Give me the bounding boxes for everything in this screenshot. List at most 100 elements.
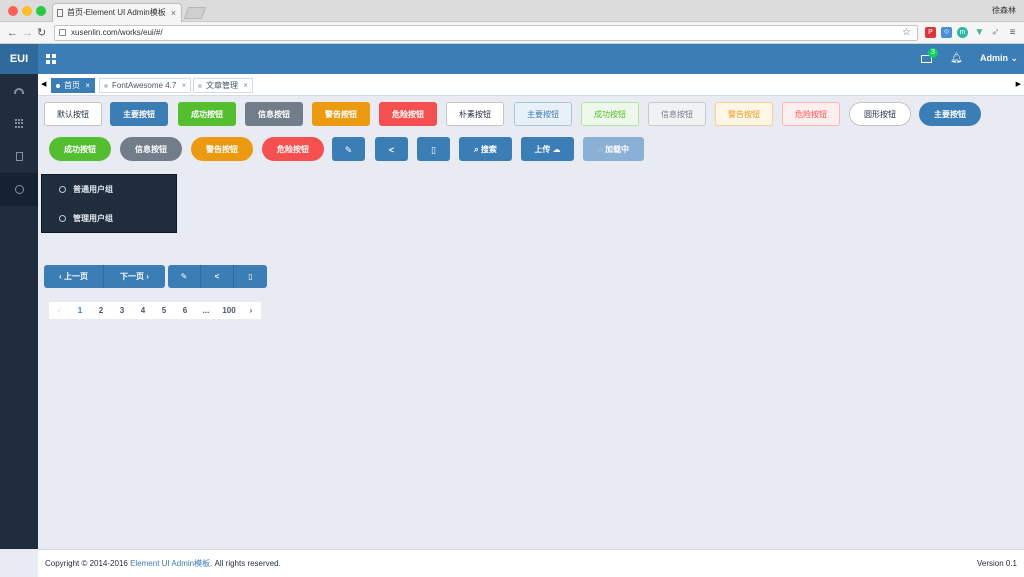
- dashboard-icon: [14, 87, 24, 94]
- extension-arrow-icon[interactable]: ➶: [990, 27, 1001, 38]
- tab-label: 文章管理: [206, 81, 238, 90]
- plain-primary-button[interactable]: 主要按钮: [514, 102, 572, 126]
- extension-m-icon[interactable]: m: [957, 27, 968, 38]
- back-icon[interactable]: ←: [7, 26, 18, 40]
- footer-version: Version 0.1: [976, 559, 1017, 568]
- extension-pdf-icon[interactable]: P: [925, 27, 936, 38]
- footer-brand-link[interactable]: Element UI Admin模板: [130, 559, 210, 568]
- round-default-button[interactable]: 圆形按钮: [849, 102, 911, 126]
- dropdown-item-label: 普通用户组: [73, 185, 113, 194]
- minimize-window-button[interactable]: [22, 6, 32, 16]
- bell-icon[interactable]: 🔔︎: [950, 53, 963, 64]
- tabs-scroll-left-icon[interactable]: ◀: [41, 80, 46, 88]
- edit-button[interactable]: ✎: [332, 137, 365, 161]
- tab-home[interactable]: 首页 ×: [51, 78, 95, 93]
- mail-count-badge: 3: [928, 48, 938, 58]
- danger-button[interactable]: 危险按钮: [379, 102, 437, 126]
- pagination-next-icon[interactable]: ›: [243, 302, 259, 319]
- sidebar-item-users[interactable]: [0, 173, 38, 206]
- pagination-page-1[interactable]: 1: [71, 302, 89, 319]
- plain-success-button[interactable]: 成功按钮: [581, 102, 639, 126]
- menu-toggle-icon[interactable]: [46, 54, 56, 64]
- user-menu[interactable]: Admin ⌄: [980, 53, 1018, 64]
- sidebar: [0, 74, 38, 549]
- close-tab-icon[interactable]: ×: [85, 79, 90, 92]
- pagination-page-4[interactable]: 4: [134, 302, 152, 319]
- plain-info-button[interactable]: 信息按钮: [648, 102, 706, 126]
- pagination-page-3[interactable]: 3: [113, 302, 131, 319]
- info-button[interactable]: 信息按钮: [245, 102, 303, 126]
- chevron-right-icon: ›: [146, 272, 149, 281]
- maximize-window-button[interactable]: [36, 6, 46, 16]
- pagination-page-5[interactable]: 5: [155, 302, 173, 319]
- close-window-button[interactable]: [8, 6, 18, 16]
- rights-text: . All rights reserved.: [210, 559, 281, 568]
- reload-icon[interactable]: ↻: [37, 26, 46, 40]
- pagination-ellipsis[interactable]: ...: [197, 302, 215, 319]
- document-icon: [15, 152, 23, 161]
- share-icon: <: [388, 145, 395, 155]
- share-button[interactable]: <: [375, 137, 408, 161]
- success-button[interactable]: 成功按钮: [178, 102, 236, 126]
- upload-button[interactable]: 上传 ☁: [521, 137, 574, 161]
- group-share-button[interactable]: <: [201, 265, 234, 288]
- plain-button[interactable]: 朴素按钮: [446, 102, 504, 126]
- new-tab-button[interactable]: [183, 7, 207, 19]
- browser-titlebar: 首页-Element UI Admin模板 × 徐森林: [0, 0, 1024, 22]
- warning-button[interactable]: 警告按钮: [312, 102, 370, 126]
- round-warning-button[interactable]: 警告按钮: [191, 137, 253, 161]
- search-button[interactable]: ⌕ 搜索: [459, 137, 512, 161]
- share-icon: <: [214, 272, 220, 281]
- pagination-page-2[interactable]: 2: [92, 302, 110, 319]
- grid-icon: [14, 119, 24, 128]
- plain-danger-button[interactable]: 危险按钮: [782, 102, 840, 126]
- delete-button[interactable]: ▯: [417, 137, 450, 161]
- chevron-left-icon: ‹: [59, 272, 62, 281]
- sidebar-item-dashboard[interactable]: [0, 74, 38, 107]
- page-info-icon: [59, 29, 66, 36]
- group-edit-button[interactable]: ✎: [168, 265, 201, 288]
- tab-articles[interactable]: 文章管理 ×: [193, 78, 253, 93]
- close-tab-icon[interactable]: ×: [243, 79, 248, 92]
- sidebar-item-components[interactable]: [0, 107, 38, 140]
- extension-translate-icon[interactable]: ⟐: [941, 27, 952, 38]
- app-header: EUI 3 🔔︎ Admin ⌄: [0, 44, 1024, 74]
- tabs-scroll-right-icon[interactable]: ▶: [1016, 80, 1021, 88]
- dropdown-item-admin-users[interactable]: 管理用户组: [42, 204, 178, 233]
- app-logo[interactable]: EUI: [0, 44, 38, 74]
- round-primary-button[interactable]: 主要按钮: [919, 102, 981, 126]
- user-label: Admin: [980, 53, 1008, 63]
- round-info-button[interactable]: 信息按钮: [120, 137, 182, 161]
- browser-menu-icon[interactable]: ≡: [1007, 27, 1018, 38]
- loading-button[interactable]: ◌ 加载中: [583, 137, 644, 161]
- close-tab-icon[interactable]: ×: [182, 79, 187, 92]
- pagination-page-100[interactable]: 100: [217, 302, 241, 319]
- round-danger-button[interactable]: 危险按钮: [262, 137, 324, 161]
- footer-copyright: Copyright © 2014-2016 Element UI Admin模板…: [45, 550, 281, 577]
- group-delete-button[interactable]: ▯: [234, 265, 267, 288]
- default-button[interactable]: 默认按钮: [44, 102, 102, 126]
- pagination-page-6[interactable]: 6: [176, 302, 194, 319]
- dropdown-item-normal-users[interactable]: 普通用户组: [42, 175, 178, 204]
- close-tab-icon[interactable]: ×: [171, 4, 176, 22]
- tab-label: FontAwesome 4.7: [112, 81, 177, 90]
- plain-warning-button[interactable]: 警告按钮: [715, 102, 773, 126]
- tab-dot-icon: [56, 84, 60, 88]
- extension-vue-icon[interactable]: ▼: [974, 27, 985, 38]
- primary-button[interactable]: 主要按钮: [110, 102, 168, 126]
- tab-fontawesome[interactable]: FontAwesome 4.7 ×: [99, 78, 192, 93]
- address-bar[interactable]: xusenlin.com/works/eui/#/ ☆: [54, 25, 918, 41]
- tab-label: 首页: [64, 81, 80, 90]
- browser-tab[interactable]: 首页-Element UI Admin模板 ×: [52, 3, 182, 22]
- browser-user-name[interactable]: 徐森林: [992, 5, 1016, 16]
- loading-button-label: 加载中: [605, 145, 629, 154]
- forward-icon[interactable]: →: [22, 26, 33, 40]
- next-page-button[interactable]: 下一页 ›: [104, 265, 165, 288]
- pagination-prev-icon[interactable]: ‹: [51, 302, 67, 319]
- round-success-button[interactable]: 成功按钮: [49, 137, 111, 161]
- sidebar-item-articles[interactable]: [0, 140, 38, 173]
- tab-dot-icon: [104, 84, 108, 88]
- bookmark-star-icon[interactable]: ☆: [902, 26, 911, 40]
- user-icon: [14, 185, 24, 194]
- prev-page-button[interactable]: ‹ 上一页: [44, 265, 104, 288]
